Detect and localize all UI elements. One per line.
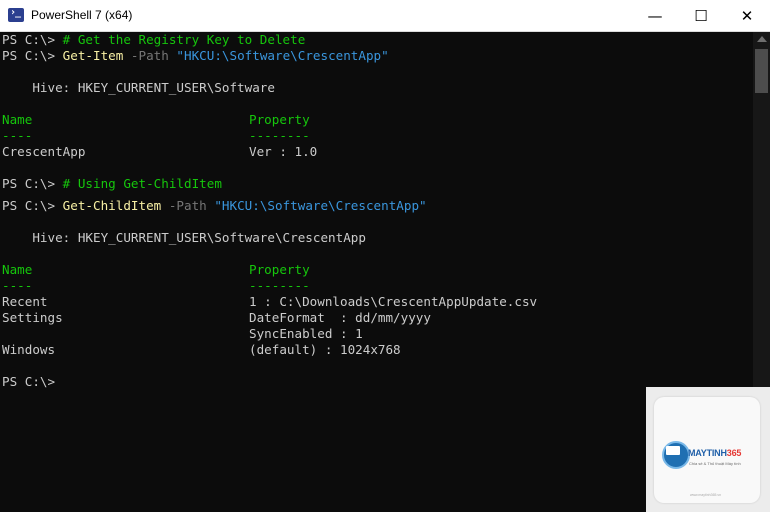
scroll-up-arrow-icon[interactable] [757,36,767,42]
minimize-button[interactable]: — [632,0,678,31]
name-header: Name [2,112,33,127]
title-bar: PowerShell 7 (x64) — ☐ ✕ [0,0,770,32]
row-property: SyncEnabled : 1 [249,326,363,341]
watermark-card: MAYTINH365 Chia sẻ & Thủ thuật Máy tính … [654,397,760,503]
cmdlet: Get-Item [62,48,124,63]
string-argument: "HKCU:\Software\CrescentApp" [214,198,427,213]
terminal-line-1: PS C:\> # Get the Registry Key to Delete [2,32,305,48]
prompt: PS C:\> [2,32,63,47]
watermark-brand: MAYTINH365 [688,448,741,458]
string-argument: "HKCU:\Software\CrescentApp" [176,48,389,63]
watermark-url: www.maytinh365.vn [690,493,722,497]
row-name: CrescentApp [2,144,86,159]
terminal-output[interactable]: PS C:\> # Get the Registry Key to Delete… [0,32,753,512]
name-separator: ---- [2,278,33,293]
property-separator: -------- [249,278,310,293]
prompt: PS C:\> [2,176,63,191]
brand-number: 365 [726,448,742,458]
comment: # Using Get-ChildItem [62,176,222,191]
cmdlet: Get-ChildItem [62,198,162,213]
name-separator: ---- [2,128,33,143]
property-header: Property [249,112,310,127]
parameter: -Path [161,198,215,213]
row-name: Windows [2,342,56,357]
powershell-icon [8,7,24,22]
window-title: PowerShell 7 (x64) [31,8,133,22]
scrollbar-thumb[interactable] [755,49,768,93]
brand-text: MAYTINH [688,448,727,458]
row-name: Recent [2,294,48,309]
close-button[interactable]: ✕ [724,0,770,31]
row-property: DateFormat : dd/mm/yyyy [249,310,431,325]
watermark-badge: MAYTINH365 Chia sẻ & Thủ thuật Máy tính … [646,387,770,512]
terminal-line-2: PS C:\> Get-Item -Path "HKCU:\Software\C… [2,48,389,64]
parameter: -Path [123,48,177,63]
prompt: PS C:\> [2,48,63,63]
prompt: PS C:\> [2,198,63,213]
final-prompt: PS C:\> [2,374,56,389]
monitor-screen-icon [666,446,680,455]
hive-line: Hive: HKEY_CURRENT_USER\Software\Crescen… [2,230,366,245]
property-separator: -------- [249,128,310,143]
row-property: 1 : C:\Downloads\CrescentAppUpdate.csv [249,294,538,309]
watermark-tagline: Chia sẻ & Thủ thuật Máy tính [689,461,741,466]
terminal-line-3: PS C:\> # Using Get-ChildItem [2,176,222,192]
row-name: Settings [2,310,63,325]
row-property: (default) : 1024x768 [249,342,401,357]
property-header: Property [249,262,310,277]
maximize-button[interactable]: ☐ [678,0,724,31]
comment: # Get the Registry Key to Delete [62,32,306,47]
name-header: Name [2,262,33,277]
terminal-line-4: PS C:\> Get-ChildItem -Path "HKCU:\Softw… [2,198,427,214]
hive-line: Hive: HKEY_CURRENT_USER\Software [2,80,275,95]
row-property: Ver : 1.0 [249,144,318,159]
